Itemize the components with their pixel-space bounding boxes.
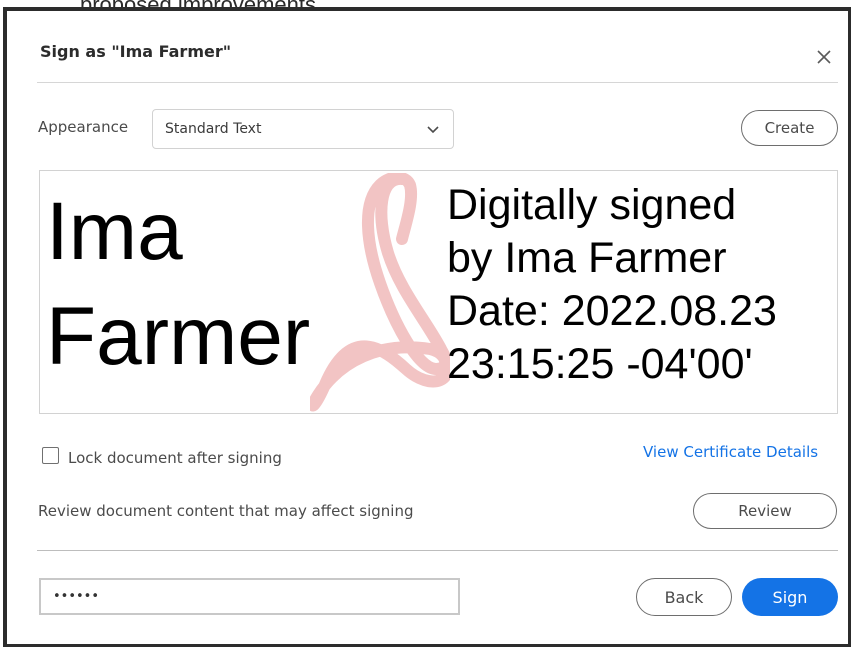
dialog-title: Sign as "Ima Farmer" <box>40 42 232 61</box>
back-button[interactable]: Back <box>636 578 732 616</box>
appearance-dropdown[interactable]: Standard Text <box>152 109 454 149</box>
signature-name: Ima Farmer <box>46 179 310 389</box>
chevron-down-icon <box>427 126 439 134</box>
lock-document-checkbox[interactable] <box>42 446 59 464</box>
sign-button[interactable]: Sign <box>742 578 838 616</box>
review-button[interactable]: Review <box>693 493 837 529</box>
close-button[interactable] <box>811 44 837 70</box>
footer-divider <box>37 550 838 551</box>
screen: proposed improvements. Sign as "Ima Farm… <box>0 0 858 652</box>
signature-name-line1: Ima <box>46 186 183 277</box>
signature-name-line2: Farmer <box>46 291 311 382</box>
signature-details-line4: 23:15:25 -04'00' <box>447 340 753 388</box>
appearance-label: Appearance <box>38 118 129 136</box>
signature-details-line3: Date: 2022.08.23 <box>447 287 777 335</box>
password-field[interactable] <box>39 578 460 615</box>
create-button[interactable]: Create <box>741 110 838 146</box>
lock-document-label: Lock document after signing <box>68 449 282 467</box>
view-certificate-details-link[interactable]: View Certificate Details <box>643 443 818 461</box>
close-icon <box>817 50 831 64</box>
lock-document-option[interactable]: Lock document after signing <box>42 443 282 467</box>
signature-details: Digitally signed by Ima Farmer Date: 202… <box>447 179 777 391</box>
appearance-selected-value: Standard Text <box>165 121 262 137</box>
title-divider <box>37 82 838 83</box>
review-description: Review document content that may affect … <box>38 502 414 520</box>
acrobat-logo-watermark-icon <box>310 173 450 412</box>
signature-details-line1: Digitally signed <box>447 181 737 229</box>
signature-preview: Ima Farmer Digitally signed by Ima Farme… <box>39 170 838 414</box>
signature-details-line2: by Ima Farmer <box>447 234 727 282</box>
